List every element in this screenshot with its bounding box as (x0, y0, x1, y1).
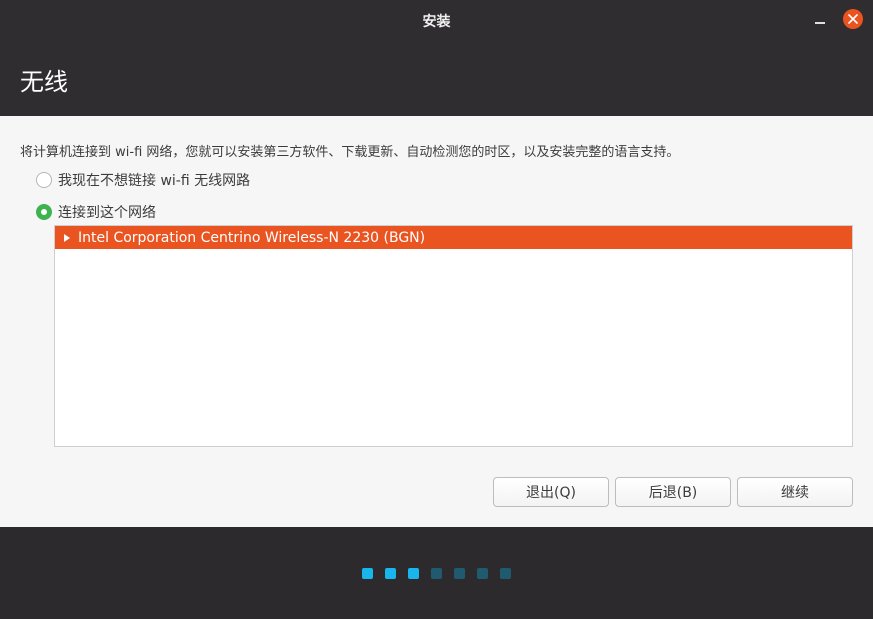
title-bar: 安装 (0, 0, 873, 40)
window-title: 安装 (422, 14, 451, 30)
progress-dot (454, 568, 465, 579)
radio-label-no-wifi: 我现在不想链接 wi-fi 无线网路 (58, 173, 251, 189)
back-button[interactable]: 后退(B) (615, 477, 731, 507)
radio-option-connect[interactable]: 连接到这个网络 (36, 202, 156, 222)
progress-dot (362, 568, 373, 579)
network-list[interactable]: Intel Corporation Centrino Wireless-N 22… (54, 225, 853, 447)
radio-option-no-wifi[interactable]: 我现在不想链接 wi-fi 无线网路 (36, 170, 250, 190)
expander-arrow-icon[interactable] (63, 233, 71, 243)
radio-button-checked[interactable] (36, 204, 52, 220)
description-text: 将计算机连接到 wi-fi 网络，您就可以安装第三方软件、下载更新、自动检测您的… (20, 145, 680, 160)
progress-dot (477, 568, 488, 579)
main-content: 将计算机连接到 wi-fi 网络，您就可以安装第三方软件、下载更新、自动检测您的… (0, 116, 873, 527)
continue-button[interactable]: 继续 (737, 477, 853, 507)
close-icon (848, 14, 858, 24)
progress-dot (385, 568, 396, 579)
close-button[interactable] (843, 9, 863, 29)
radio-button-unchecked[interactable] (36, 172, 52, 188)
page-title: 无线 (20, 68, 68, 96)
minimize-icon (815, 22, 825, 24)
page-header: 无线 (0, 40, 873, 116)
progress-dot (431, 568, 442, 579)
radio-label-connect: 连接到这个网络 (58, 205, 156, 221)
network-item[interactable]: Intel Corporation Centrino Wireless-N 22… (55, 226, 852, 249)
progress-dot (500, 568, 511, 579)
footer (0, 527, 873, 619)
quit-button[interactable]: 退出(Q) (493, 477, 609, 507)
progress-dot (408, 568, 419, 579)
network-item-label: Intel Corporation Centrino Wireless-N 22… (78, 229, 426, 246)
minimize-button[interactable] (811, 10, 829, 28)
